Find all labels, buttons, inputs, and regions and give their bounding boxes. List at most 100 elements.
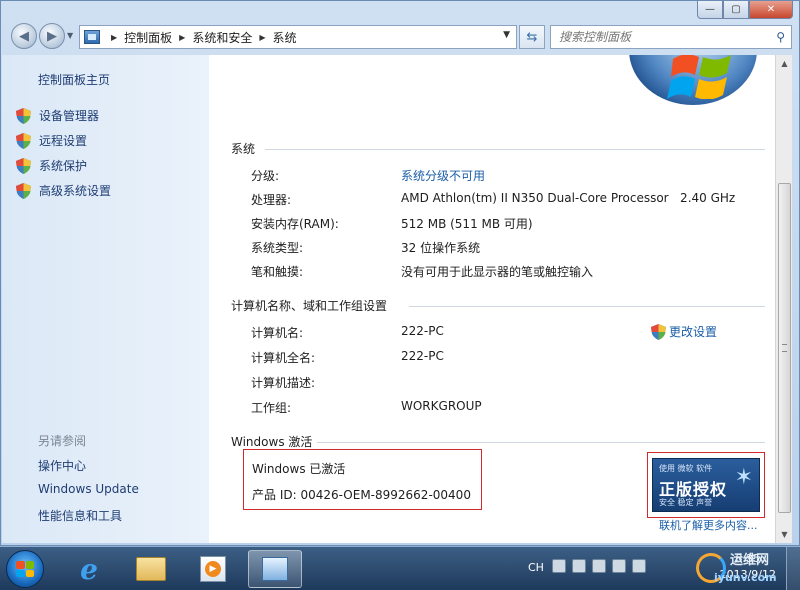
pen-touch-label: 笔和触摸: [251,265,304,279]
site-watermark: 运维网 iyunv.com [694,547,784,590]
activation-highlight-box: Windows 已激活 产品 ID: 00426-OEM-8992662-004… [243,449,482,510]
full-computer-name-value: 222-PC [401,349,444,363]
section-divider [317,442,765,443]
vertical-scrollbar[interactable]: ▲ ▼ [775,55,792,543]
folder-icon [136,557,166,581]
windows-flag-icon [16,561,34,577]
sidebar-item-label[interactable]: 高级系统设置 [39,182,111,199]
grip-icon [782,344,787,352]
action-center-link[interactable]: 操作中心 [38,457,86,474]
rating-label: 分级: [251,169,280,183]
computer-description-label: 计算机描述: [251,376,316,390]
taskbar-media-player[interactable]: ▶ [186,550,240,588]
address-bar[interactable]: ▶ 控制面板 ▶ 系统和安全 ▶ 系统 ▼ [79,25,517,49]
close-button[interactable]: ✕ [749,1,793,19]
maximize-button[interactable]: ▢ [723,1,749,19]
keyboard-icon[interactable] [552,559,566,573]
taskbar-internet-explorer[interactable]: e [62,550,116,588]
system-protection-link[interactable]: 系统保护 [16,157,87,174]
activation-status: Windows 已激活 [252,462,346,476]
uac-shield-icon [16,182,31,199]
windows-update-link[interactable]: Windows Update [38,482,139,496]
control-panel-icon [84,30,100,44]
device-manager-link[interactable]: 设备管理器 [16,107,99,124]
sidebar-item-label[interactable]: 系统保护 [39,157,87,174]
breadcrumb-control-panel[interactable]: 控制面板 [124,29,172,46]
volume-icon[interactable] [632,559,646,573]
address-dropdown-icon[interactable]: ▼ [503,30,510,40]
workgroup-value: WORKGROUP [401,399,482,413]
notification-area [552,559,646,573]
uac-shield-icon [16,107,31,124]
control-panel-icon [262,557,288,581]
system-section-title: 系统 [231,142,256,156]
rating-value-link[interactable]: 系统分级不可用 [401,167,485,184]
computer-section-title: 计算机名称、域和工作组设置 [231,299,388,313]
chevron-right-icon[interactable]: ▶ [179,33,185,42]
minimize-button[interactable]: — [697,1,723,19]
breadcrumb-system[interactable]: 系统 [273,29,297,46]
system-window: — ▢ ✕ ◀ ▶ ▼ ▶ 控制面板 ▶ 系统和安全 ▶ 系统 ▼ ⇆ ⚲ 控制… [0,0,800,546]
star-icon: ✶ [734,465,753,490]
processor-label: 处理器: [251,193,292,207]
media-player-icon: ▶ [200,556,226,582]
learn-more-online-link[interactable]: 联机了解更多内容... [659,517,758,533]
refresh-button[interactable]: ⇆ [519,25,545,49]
remote-settings-link[interactable]: 远程设置 [16,132,87,149]
network-icon[interactable] [592,559,606,573]
search-icon[interactable]: ⚲ [776,30,785,44]
taskbar-explorer[interactable] [124,550,178,588]
section-divider [265,149,765,150]
navigation-bar: ◀ ▶ ▼ ▶ 控制面板 ▶ 系统和安全 ▶ 系统 ▼ ⇆ ⚲ [1,23,799,51]
activation-section-title: Windows 激活 [231,435,313,449]
pen-touch-value: 没有可用于此显示器的笔或触控输入 [401,265,594,279]
genuine-badge-highlight: 使用 微软 软件 正版授权 安全 稳定 声誉 ✶ [647,452,765,518]
flag-icon[interactable] [612,559,626,573]
scroll-up-icon[interactable]: ▲ [776,55,793,72]
scrollbar-thumb[interactable] [778,183,791,513]
uac-shield-icon [651,323,666,340]
ram-label: 安装内存(RAM): [251,217,339,231]
help-icon[interactable] [572,559,586,573]
start-button[interactable] [6,550,44,588]
processor-value: AMD Athlon(tm) II N350 Dual-Core Process… [401,191,736,205]
language-indicator[interactable]: CH [528,561,544,574]
show-desktop-button[interactable] [786,547,800,590]
recent-pages-dropdown[interactable]: ▼ [67,31,73,40]
chevron-right-icon[interactable]: ▶ [111,33,117,42]
performance-info-link[interactable]: 性能信息和工具 [38,507,122,524]
system-type-label: 系统类型: [251,241,304,255]
change-settings-label[interactable]: 更改设置 [669,323,717,340]
computer-name-label: 计算机名: [251,326,304,340]
scroll-down-icon[interactable]: ▼ [776,526,793,543]
uac-shield-icon [16,132,31,149]
windows-flag-icon [667,55,731,99]
search-input[interactable] [559,30,769,44]
control-panel-home-link[interactable]: 控制面板主页 [38,71,110,88]
system-type-value: 32 位操作系统 [401,241,481,255]
workgroup-label: 工作组: [251,401,292,415]
internet-explorer-icon: e [80,552,98,586]
breadcrumb-system-security[interactable]: 系统和安全 [192,29,252,46]
change-settings-link[interactable]: 更改设置 [651,323,717,340]
full-computer-name-label: 计算机全名: [251,351,316,365]
main-content-pane: 系统 分级: 系统分级不可用 处理器: AMD Athlon(tm) II N3… [209,55,775,543]
computer-name-value: 222-PC [401,324,444,338]
badge-sub-text: 安全 稳定 声誉 [659,498,713,507]
advanced-system-settings-link[interactable]: 高级系统设置 [16,182,111,199]
back-button[interactable]: ◀ [11,23,37,49]
taskbar: e ▶ CH 8:35 2013/9/12 运维网 iyunv.com [0,546,800,590]
uac-shield-icon [16,157,31,174]
taskbar-control-panel[interactable] [248,550,302,588]
genuine-software-badge[interactable]: 使用 微软 软件 正版授权 安全 稳定 声誉 ✶ [652,458,760,512]
watermark-text-1: 运维网 [730,553,770,568]
sidebar-item-label[interactable]: 设备管理器 [39,107,99,124]
forward-button[interactable]: ▶ [39,23,65,49]
ram-value: 512 MB (511 MB 可用) [401,217,533,231]
sidebar-item-label[interactable]: 远程设置 [39,132,87,149]
search-box[interactable]: ⚲ [550,25,792,49]
badge-top-text: 使用 微软 软件 [659,464,713,473]
chevron-right-icon[interactable]: ▶ [259,33,265,42]
watermark-text-2: iyunv.com [714,571,777,584]
section-divider [409,306,765,307]
